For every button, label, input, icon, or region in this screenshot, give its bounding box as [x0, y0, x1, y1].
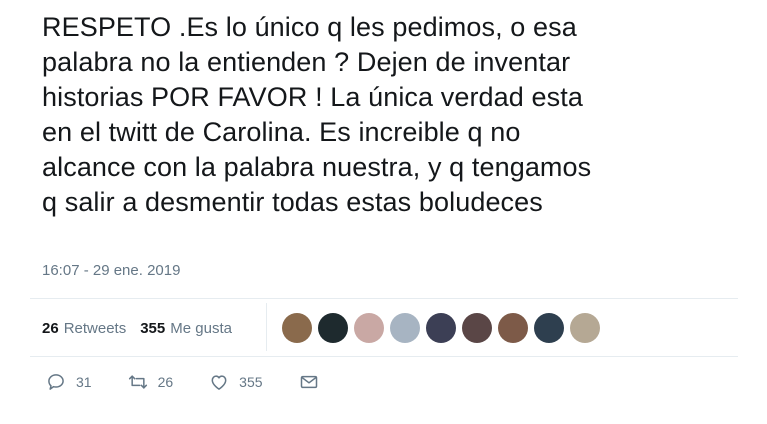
likes-count: 355: [140, 319, 166, 337]
message-action[interactable]: [299, 372, 329, 392]
avatar-3[interactable]: [354, 313, 384, 343]
envelope-icon: [300, 375, 317, 389]
avatar-8[interactable]: [534, 313, 564, 343]
liker-avatars: [282, 313, 606, 343]
avatar-7[interactable]: [498, 313, 528, 343]
retweet-count: 26: [157, 374, 174, 390]
retweets-label: Retweets: [63, 319, 127, 337]
tweet-timestamp[interactable]: 16:07 - 29 ene. 2019: [42, 262, 180, 279]
divider-bottom: [30, 356, 738, 357]
retweet-action[interactable]: 26: [128, 372, 174, 392]
likes-label: Me gusta: [170, 319, 232, 337]
reply-count: 31: [76, 374, 92, 390]
like-count: 355: [239, 374, 263, 390]
stats-separator: [266, 303, 267, 351]
retweets-count: 26: [42, 319, 59, 337]
avatar-4[interactable]: [390, 313, 420, 343]
likes-stat[interactable]: 355 Me gusta: [140, 320, 232, 337]
avatar-1[interactable]: [282, 313, 312, 343]
avatar-5[interactable]: [426, 313, 456, 343]
stats-row: 26 Retweets 355 Me gusta: [42, 312, 246, 344]
retweet-icon: [128, 375, 147, 389]
action-bar: 31 26 355: [46, 372, 365, 392]
tweet-text: RESPETO .Es lo único q les pedimos, o es…: [42, 12, 592, 217]
avatar-9[interactable]: [570, 313, 600, 343]
reply-action[interactable]: 31: [46, 372, 92, 392]
avatar-6[interactable]: [462, 313, 492, 343]
retweets-stat[interactable]: 26 Retweets: [42, 320, 126, 337]
like-action[interactable]: 355: [209, 372, 263, 392]
reply-icon: [48, 374, 64, 390]
divider-top: [30, 298, 738, 299]
avatar-2[interactable]: [318, 313, 348, 343]
heart-icon: [211, 375, 227, 390]
